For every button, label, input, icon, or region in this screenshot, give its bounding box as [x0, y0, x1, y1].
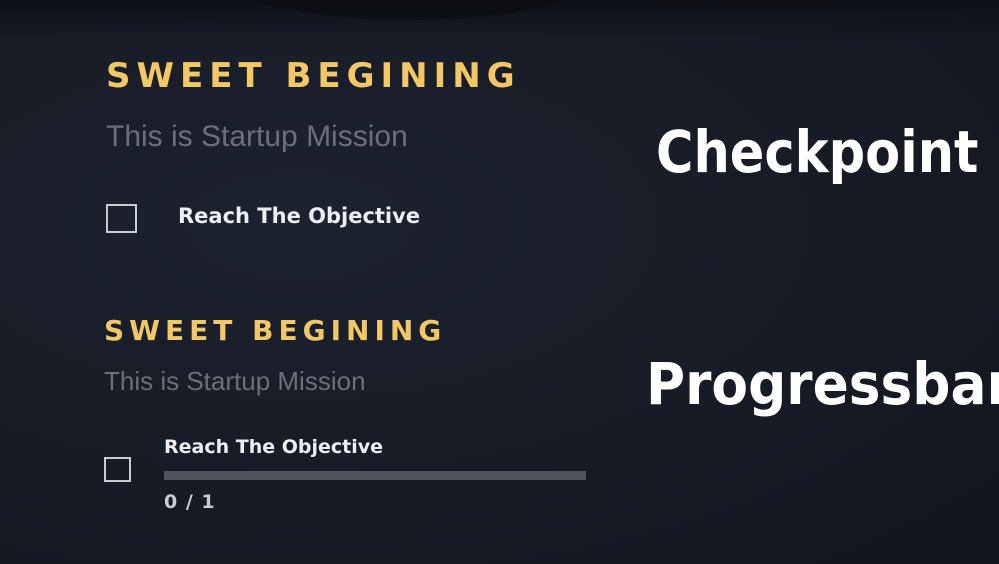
objective-label: Reach The Objective	[164, 436, 384, 458]
mission-subtitle: This is Startup Mission	[104, 366, 366, 396]
objective-checkbox[interactable]	[104, 457, 131, 482]
objective-progress-count: 0 / 1	[164, 491, 216, 513]
mission-title: SWEET BEGINING	[104, 314, 447, 347]
progressbar-caption: Progressbar	[646, 350, 999, 418]
objective-checkbox[interactable]	[106, 204, 137, 233]
checkpoint-caption: Checkpoint	[656, 118, 979, 186]
mission-title: SWEET BEGINING	[106, 56, 521, 96]
mission-subtitle: This is Startup Mission	[106, 120, 408, 153]
objective-progress-bar	[164, 471, 586, 480]
objective-label: Reach The Objective	[178, 204, 421, 228]
